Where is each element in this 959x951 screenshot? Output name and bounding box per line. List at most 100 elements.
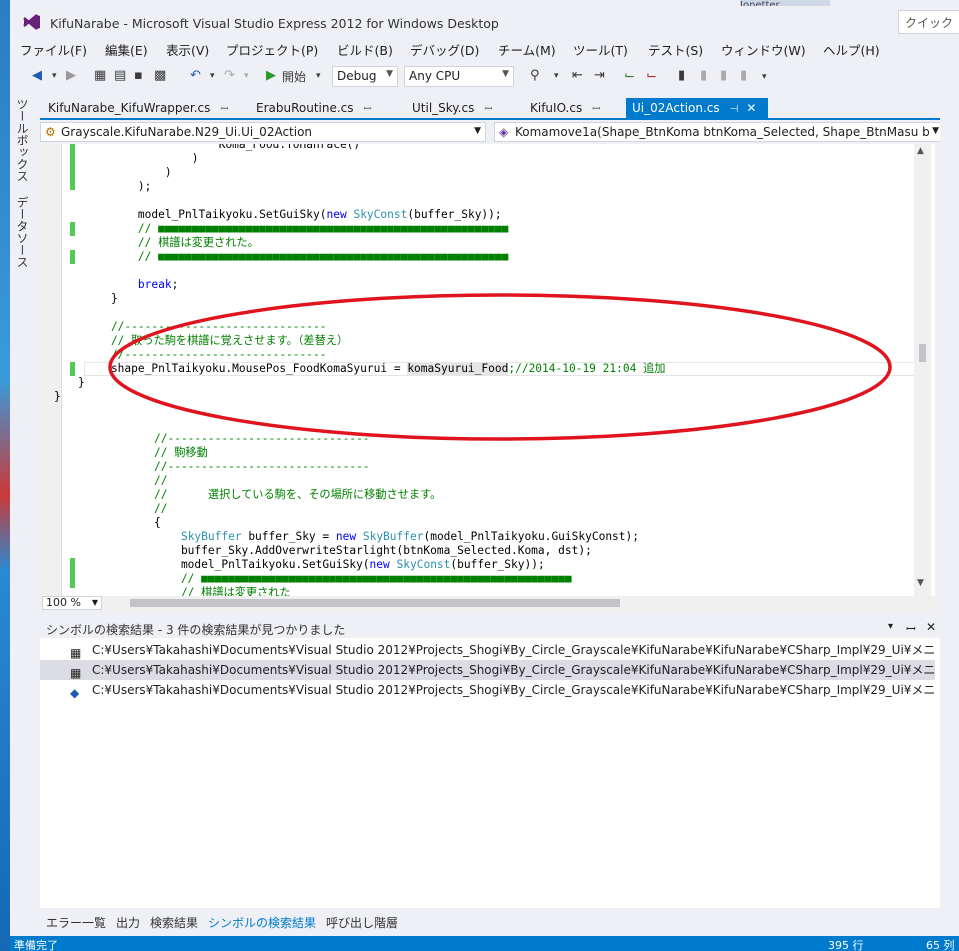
find-in-files-icon[interactable]: ⚲ — [530, 68, 540, 83]
bookmark-icon[interactable]: ▮ — [678, 68, 685, 83]
tab-find-results[interactable]: 検索結果 — [150, 914, 198, 931]
undo-dropdown-icon[interactable]: ▾ — [210, 71, 215, 81]
tab-label: KifuNarabe_KifuWrapper.cs — [48, 101, 211, 115]
code-token: (buffer_Sky)); — [407, 208, 502, 221]
result-item[interactable]: ▦ C:¥Users¥Takahashi¥Documents¥Visual Stu… — [40, 640, 935, 660]
result-item[interactable]: ◆ C:¥Users¥Takahashi¥Documents¥Visual Stu… — [40, 680, 935, 700]
pin-icon[interactable]: ⊣ — [730, 104, 739, 115]
save-all-icon[interactable]: ▩ — [154, 68, 166, 83]
tab-call-hierarchy[interactable]: 呼び出し階層 — [326, 914, 398, 931]
decrease-indent-icon[interactable]: ⇤ — [572, 68, 583, 83]
comment-line: // 駒移動 — [154, 446, 208, 459]
menu-project[interactable]: プロジェクト(P) — [226, 40, 318, 59]
result-path: C:¥Users¥Takahashi¥Documents¥Visual Stud… — [92, 663, 935, 677]
code-line: } — [78, 376, 85, 389]
comment-line: // — [154, 502, 168, 515]
zoom-level-select[interactable]: 100 % ▼ — [42, 596, 102, 610]
visual-studio-logo-icon — [23, 14, 40, 30]
menu-view[interactable]: 表示(V) — [166, 40, 209, 59]
code-token: (buffer_Sky)); — [450, 558, 545, 571]
keyword-token: new — [335, 530, 357, 543]
standard-toolbar: ◀ ▾ ▶ ▦ ▤ ▪ ▩ ↶ ▾ ↷ ▾ ▶ 開始 ▾ Debug ▼ Any … — [10, 62, 959, 92]
clear-bookmarks-icon[interactable]: ▮ — [740, 68, 747, 83]
tab-ui-02action[interactable]: Ui_02Action.cs ⊣ ✕ — [626, 98, 768, 118]
start-icon[interactable]: ▶ — [266, 68, 276, 83]
menu-window[interactable]: ウィンドウ(W) — [721, 40, 806, 59]
class-icon: ⚙ — [45, 125, 56, 139]
find-dropdown-icon[interactable]: ▾ — [554, 71, 559, 81]
quick-launch-input[interactable]: クイック — [898, 10, 959, 34]
toolbox-tab[interactable]: ツールボックス — [13, 98, 31, 182]
save-icon[interactable]: ▪ — [134, 68, 143, 83]
toolbar-overflow-icon[interactable]: ▾ — [762, 72, 767, 82]
code-line: SkyBuffer buffer_Sky = new SkyBuffer(mod… — [154, 530, 639, 544]
editor-horizontal-scrollbar[interactable] — [40, 596, 945, 610]
type-token: SkyConst — [396, 558, 451, 571]
left-tool-strip: ツールボックス データソース — [10, 96, 34, 936]
tab-label: Util_Sky.cs — [412, 101, 475, 115]
back-dropdown-icon[interactable]: ▾ — [52, 71, 57, 81]
pin-icon[interactable]: ꟷ — [220, 104, 228, 115]
platform-select[interactable]: Any CPU ▼ — [404, 66, 514, 87]
tab-eraburoutine[interactable]: ErabuRoutine.cs ꟷ — [250, 98, 388, 118]
menu-bar: ファイル(F) 編集(E) 表示(V) プロジェクト(P) ビルド(B) デバッ… — [10, 38, 959, 60]
symbol-results-list: ▦ C:¥Users¥Takahashi¥Documents¥Visual Stu… — [40, 638, 945, 908]
scroll-thumb[interactable] — [919, 344, 926, 362]
window-title: KifuNarabe - Microsoft Visual Studio Exp… — [50, 16, 499, 31]
menu-team[interactable]: チーム(M) — [498, 40, 556, 59]
next-bookmark-icon[interactable]: ▮ — [720, 68, 727, 83]
background-window-tab[interactable]: Jonetter — [740, 0, 830, 6]
code-line: { — [154, 516, 161, 529]
menu-edit[interactable]: 編集(E) — [105, 40, 148, 59]
type-token: SkyConst — [353, 208, 408, 221]
menu-debug[interactable]: デバッグ(D) — [410, 40, 479, 59]
menu-help[interactable]: ヘルプ(H) — [823, 40, 880, 59]
member-dropdown[interactable]: ◈ Komamove1a(Shape_BtnKoma btnKoma_Select… — [494, 122, 944, 142]
h-scroll-thumb[interactable] — [130, 599, 620, 607]
tab-error-list[interactable]: エラー一覧 — [46, 914, 106, 931]
change-bar — [70, 222, 75, 236]
pin-icon[interactable]: ꟷ — [906, 620, 916, 637]
scroll-down-icon[interactable]: ▼ — [917, 578, 924, 588]
window-position-icon[interactable]: ▾ — [888, 621, 893, 632]
tab-output[interactable]: 出力 — [116, 914, 140, 931]
tab-symbol-results[interactable]: シンボルの検索結果 — [208, 914, 316, 931]
start-dropdown-icon[interactable]: ▾ — [316, 71, 321, 81]
prev-bookmark-icon[interactable]: ▮ — [700, 68, 707, 83]
pin-icon[interactable]: ꟷ — [592, 104, 600, 115]
symbol-results-header: シンボルの検索結果 - 3 件の検索結果が見つかりました ▾ ꟷ ✕ — [40, 618, 945, 638]
zoom-value: 100 % — [46, 596, 81, 609]
result-item-selected[interactable]: ▦ C:¥Users¥Takahashi¥Documents¥Visual Stu… — [40, 660, 935, 680]
forward-icon[interactable]: ▶ — [66, 68, 76, 83]
close-tab-icon[interactable]: ✕ — [746, 101, 756, 115]
redo-icon[interactable]: ↷ — [224, 68, 235, 83]
back-icon[interactable]: ◀ — [32, 68, 42, 83]
pin-icon[interactable]: ꟷ — [364, 104, 372, 115]
new-project-icon[interactable]: ▦ — [94, 68, 106, 83]
increase-indent-icon[interactable]: ⇥ — [594, 68, 605, 83]
data-sources-tab[interactable]: データソース — [13, 196, 31, 268]
tab-kifunarabe-kifuwrapper[interactable]: KifuNarabe_KifuWrapper.cs ꟷ — [42, 98, 232, 118]
undo-icon[interactable]: ↶ — [190, 68, 201, 83]
class-dropdown[interactable]: ⚙ Grayscale.KifuNarabe.N29_Ui.Ui_02Action… — [40, 122, 486, 142]
menu-build[interactable]: ビルド(B) — [337, 40, 393, 59]
code-token: (model_PnlTaikyoku.GuiSkyConst); — [423, 530, 640, 543]
menu-tools[interactable]: ツール(T) — [573, 40, 628, 59]
scroll-up-icon[interactable]: ▲ — [917, 146, 924, 156]
menu-test[interactable]: テスト(S) — [648, 40, 703, 59]
menu-file[interactable]: ファイル(F) — [20, 40, 87, 59]
editor-vertical-scrollbar[interactable]: ▲ ▼ — [914, 144, 931, 596]
code-token: buffer_Sky = — [241, 530, 336, 543]
tab-label: ErabuRoutine.cs — [256, 101, 354, 115]
tab-kifuio[interactable]: KifuIO.cs ꟷ — [524, 98, 624, 118]
start-button[interactable]: 開始 — [282, 68, 306, 85]
tab-util-sky[interactable]: Util_Sky.cs ꟷ — [406, 98, 516, 118]
close-panel-icon[interactable]: ✕ — [926, 620, 936, 634]
comment-icon[interactable]: ⌙ — [624, 68, 635, 83]
uncomment-icon[interactable]: ⌙ — [646, 68, 657, 83]
redo-dropdown-icon[interactable]: ▾ — [244, 71, 249, 81]
open-file-icon[interactable]: ▤ — [114, 68, 126, 83]
change-bar — [70, 250, 75, 264]
pin-icon[interactable]: ꟷ — [484, 104, 492, 115]
configuration-select[interactable]: Debug ▼ — [332, 66, 398, 87]
